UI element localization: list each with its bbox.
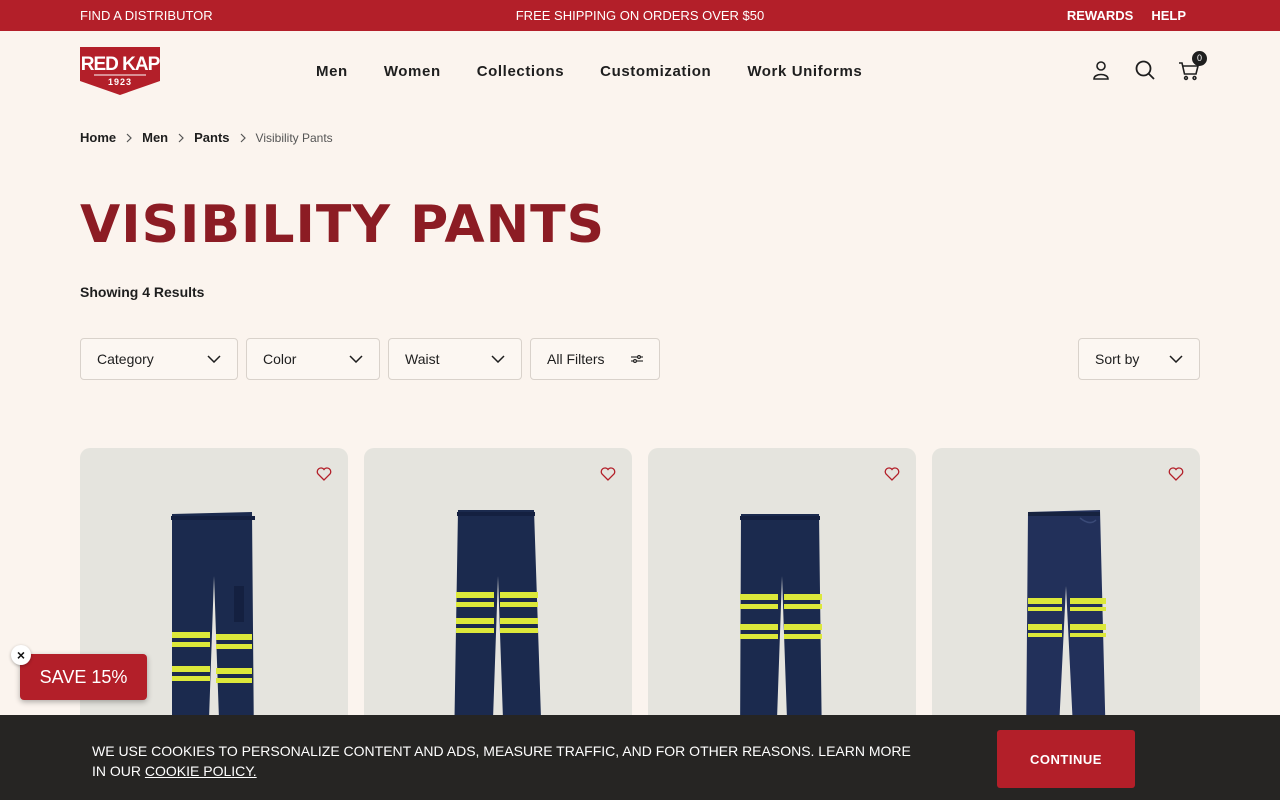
product-card[interactable] — [80, 448, 348, 748]
waist-filter-label: Waist — [405, 351, 440, 367]
breadcrumb-men[interactable]: Men — [142, 130, 168, 145]
wishlist-heart-icon[interactable] — [600, 466, 616, 482]
color-filter-label: Color — [263, 351, 297, 367]
search-icon[interactable] — [1134, 59, 1156, 81]
category-filter-label: Category — [97, 351, 154, 367]
site-header: RED KAP 1923 Men Women Collections Custo… — [0, 31, 1280, 111]
product-image — [1026, 510, 1106, 748]
svg-text:RED KAP: RED KAP — [81, 54, 160, 75]
product-image — [740, 514, 822, 748]
page-title: VISIBILITY PANTS — [80, 195, 606, 255]
nav-item-work-uniforms[interactable]: Work Uniforms — [747, 63, 862, 80]
sliders-icon — [631, 355, 643, 363]
all-filters-button[interactable]: All Filters — [530, 338, 660, 380]
cart-icon[interactable]: 0 — [1178, 51, 1207, 81]
svg-text:1923: 1923 — [108, 77, 132, 87]
cart-count-badge: 0 — [1192, 51, 1207, 66]
product-card[interactable] — [932, 448, 1200, 748]
cookie-message: WE USE COOKIES TO PERSONALIZE CONTENT AN… — [92, 741, 912, 781]
help-link[interactable]: HELP — [1151, 8, 1186, 23]
product-card[interactable] — [364, 448, 632, 748]
chevron-down-icon — [207, 355, 221, 363]
sort-by-dropdown[interactable]: Sort by — [1078, 338, 1200, 380]
nav-item-customization[interactable]: Customization — [600, 63, 711, 80]
free-shipping-banner: FREE SHIPPING ON ORDERS OVER $50 — [515, 8, 765, 23]
continue-button[interactable]: CONTINUE — [997, 730, 1135, 788]
product-image — [454, 510, 542, 748]
cookie-banner: WE USE COOKIES TO PERSONALIZE CONTENT AN… — [0, 715, 1280, 800]
breadcrumb: Home Men Pants Visibility Pants — [80, 130, 333, 145]
filter-bar: Category Color Waist All Filters — [80, 338, 660, 380]
breadcrumb-home[interactable]: Home — [80, 130, 116, 145]
top-bar: FIND A DISTRIBUTOR FREE SHIPPING ON ORDE… — [0, 0, 1280, 31]
red-kap-logo[interactable]: RED KAP 1923 — [80, 47, 160, 95]
chevron-down-icon — [349, 355, 363, 363]
color-filter[interactable]: Color — [246, 338, 380, 380]
save-15-promo-button[interactable]: SAVE 15% — [20, 654, 147, 700]
nav-item-women[interactable]: Women — [384, 63, 441, 80]
rewards-link[interactable]: REWARDS — [1067, 8, 1133, 23]
breadcrumb-pants[interactable]: Pants — [194, 130, 229, 145]
chevron-right-icon — [178, 133, 184, 142]
cookie-policy-link[interactable]: COOKIE POLICY. — [145, 763, 257, 779]
main-nav: Men Women Collections Customization Work… — [316, 63, 862, 80]
results-count: Showing 4 Results — [80, 284, 205, 300]
breadcrumb-current: Visibility Pants — [255, 130, 333, 145]
product-grid — [80, 448, 1200, 748]
product-image — [171, 512, 255, 748]
chevron-right-icon — [126, 133, 132, 142]
account-icon[interactable] — [1090, 59, 1112, 81]
chevron-down-icon — [1169, 355, 1183, 363]
sort-by-label: Sort by — [1095, 351, 1140, 367]
wishlist-heart-icon[interactable] — [316, 466, 332, 482]
find-distributor-link[interactable]: FIND A DISTRIBUTOR — [80, 8, 213, 23]
waist-filter[interactable]: Waist — [388, 338, 522, 380]
close-icon[interactable]: × — [11, 645, 31, 665]
nav-item-collections[interactable]: Collections — [477, 63, 564, 80]
wishlist-heart-icon[interactable] — [884, 466, 900, 482]
nav-item-men[interactable]: Men — [316, 63, 348, 80]
all-filters-label: All Filters — [547, 351, 605, 367]
chevron-right-icon — [240, 133, 246, 142]
wishlist-heart-icon[interactable] — [1168, 466, 1184, 482]
product-card[interactable] — [648, 448, 916, 748]
chevron-down-icon — [491, 355, 505, 363]
category-filter[interactable]: Category — [80, 338, 238, 380]
